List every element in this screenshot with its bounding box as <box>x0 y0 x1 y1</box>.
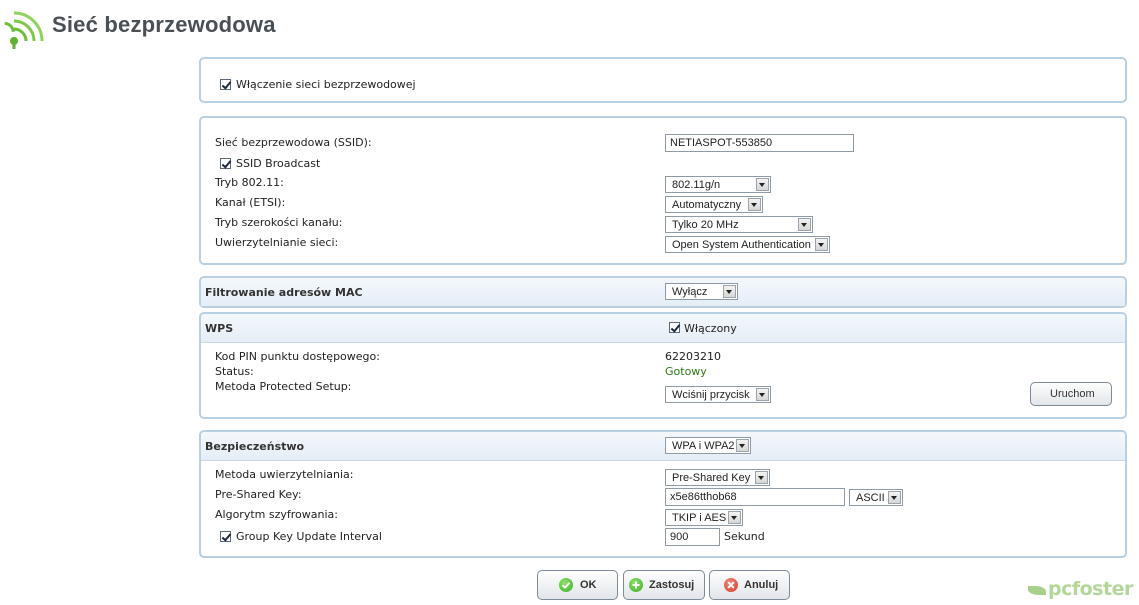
wps-method-select-value: Wciśnij przycisk <box>672 389 750 401</box>
security-header: Bezpieczeństwo WPA i WPA2 <box>201 432 1125 461</box>
mac-filter-header: Filtrowanie adresów MAC Wyłącz <box>201 278 1125 306</box>
wps-enabled-checkbox[interactable] <box>669 322 680 333</box>
chevron-down-icon <box>798 218 811 231</box>
chevron-down-icon <box>755 471 768 484</box>
cancel-button[interactable]: Anuluj <box>709 570 790 600</box>
mode-select-value: 802.11g/n <box>672 179 721 191</box>
watermark-text: pcfoster <box>1048 578 1133 600</box>
auth-method-label: Metoda uwierzytelniania: <box>215 468 354 481</box>
channel-select[interactable]: Automatyczny <box>665 196 763 213</box>
group-key-unit: Sekund <box>724 530 765 543</box>
group-key-label: Group Key Update Interval <box>236 530 382 543</box>
page-title: Sieć bezprzewodowa <box>52 12 276 37</box>
ssid-label: Sieć bezprzewodowa (SSID): <box>215 136 372 149</box>
ssid-broadcast-checkbox[interactable] <box>220 158 231 169</box>
auth-method-select-value: Pre-Shared Key <box>672 472 751 484</box>
cancel-button-label: Anuluj <box>744 579 779 591</box>
mode-select[interactable]: 802.11g/n <box>665 176 771 193</box>
psk-format-select[interactable]: ASCII <box>849 489 903 506</box>
check-circle-icon <box>559 578 573 592</box>
security-mode-select[interactable]: WPA i WPA2 <box>665 437 751 454</box>
ok-button[interactable]: OK <box>537 570 618 600</box>
apply-button[interactable]: Zastosuj <box>623 570 705 600</box>
mac-filter-panel: Filtrowanie adresów MAC Wyłącz <box>199 276 1127 308</box>
encryption-algo-label: Algorytm szyfrowania: <box>215 508 338 521</box>
enable-wireless-label: Włączenie sieci bezprzewodowej <box>236 78 416 91</box>
chevron-down-icon <box>748 198 761 211</box>
close-circle-icon <box>724 578 738 592</box>
encryption-algo-select[interactable]: TKIP i AES <box>665 509 743 526</box>
wps-run-button-label: Uruchom <box>1050 388 1095 400</box>
network-auth-select[interactable]: Open System Authentication <box>665 236 830 253</box>
channel-width-select[interactable]: Tylko 20 MHz <box>665 216 813 233</box>
watermark-logo: pcfoster <box>1028 578 1136 602</box>
wps-run-button[interactable]: Uruchom <box>1030 382 1112 406</box>
security-label: Bezpieczeństwo <box>205 440 305 453</box>
ssid-broadcast-label: SSID Broadcast <box>236 157 321 170</box>
psk-label: Pre-Shared Key: <box>215 488 302 501</box>
plus-circle-icon <box>629 578 643 592</box>
channel-width-label: Tryb szerokości kanału: <box>215 216 343 229</box>
chevron-down-icon <box>888 491 901 504</box>
psk-input[interactable]: x5e86tthob68 <box>665 488 845 506</box>
leaf-icon <box>1028 586 1046 595</box>
wps-method-select[interactable]: Wciśnij przycisk <box>665 386 771 403</box>
mac-filter-label: Filtrowanie adresów MAC <box>205 286 363 299</box>
wireless-settings-panel: Sieć bezprzewodowa (SSID): NETIASPOT-553… <box>199 116 1127 265</box>
channel-select-value: Automatyczny <box>672 199 742 211</box>
chevron-down-icon <box>756 388 769 401</box>
security-mode-select-value: WPA i WPA2 <box>672 440 735 452</box>
security-panel: Bezpieczeństwo WPA i WPA2 Metoda uwierzy… <box>199 430 1127 558</box>
wps-header: WPS Włączony <box>201 314 1125 343</box>
wps-label: WPS <box>205 322 234 335</box>
mode-label: Tryb 802.11: <box>215 176 284 189</box>
ssid-input[interactable]: NETIASPOT-553850 <box>665 134 854 152</box>
wps-method-label: Metoda Protected Setup: <box>215 380 352 393</box>
enable-wireless-checkbox[interactable] <box>220 79 231 90</box>
mac-filter-select-value: Wyłącz <box>672 286 708 298</box>
network-auth-select-value: Open System Authentication <box>672 239 811 251</box>
wireless-signal-icon <box>2 0 46 50</box>
enable-wireless-panel: Włączenie sieci bezprzewodowej <box>199 57 1127 103</box>
chevron-down-icon <box>756 178 769 191</box>
chevron-down-icon <box>723 285 736 298</box>
psk-format-select-value: ASCII <box>856 492 885 504</box>
chevron-down-icon <box>728 511 741 524</box>
network-auth-label: Uwierzytelnianie sieci: <box>215 236 339 249</box>
wps-pin-label: Kod PIN punktu dostępowego: <box>215 350 380 363</box>
wps-enabled-label: Włączony <box>684 322 737 335</box>
apply-button-label: Zastosuj <box>649 579 695 591</box>
group-key-checkbox[interactable] <box>220 531 231 542</box>
group-key-interval-input[interactable]: 900 <box>665 528 720 546</box>
wps-status-value: Gotowy <box>665 365 707 378</box>
chevron-down-icon <box>815 238 828 251</box>
mac-filter-select[interactable]: Wyłącz <box>665 283 738 300</box>
channel-label: Kanał (ETSI): <box>215 196 286 209</box>
ok-button-label: OK <box>580 579 597 591</box>
encryption-algo-select-value: TKIP i AES <box>672 512 727 524</box>
auth-method-select[interactable]: Pre-Shared Key <box>665 469 770 486</box>
wps-status-label: Status: <box>215 365 254 378</box>
wps-panel: WPS Włączony Kod PIN punktu dostępowego:… <box>199 312 1127 419</box>
chevron-down-icon <box>736 439 749 452</box>
channel-width-select-value: Tylko 20 MHz <box>672 219 739 231</box>
wps-pin-value: 62203210 <box>665 350 721 363</box>
